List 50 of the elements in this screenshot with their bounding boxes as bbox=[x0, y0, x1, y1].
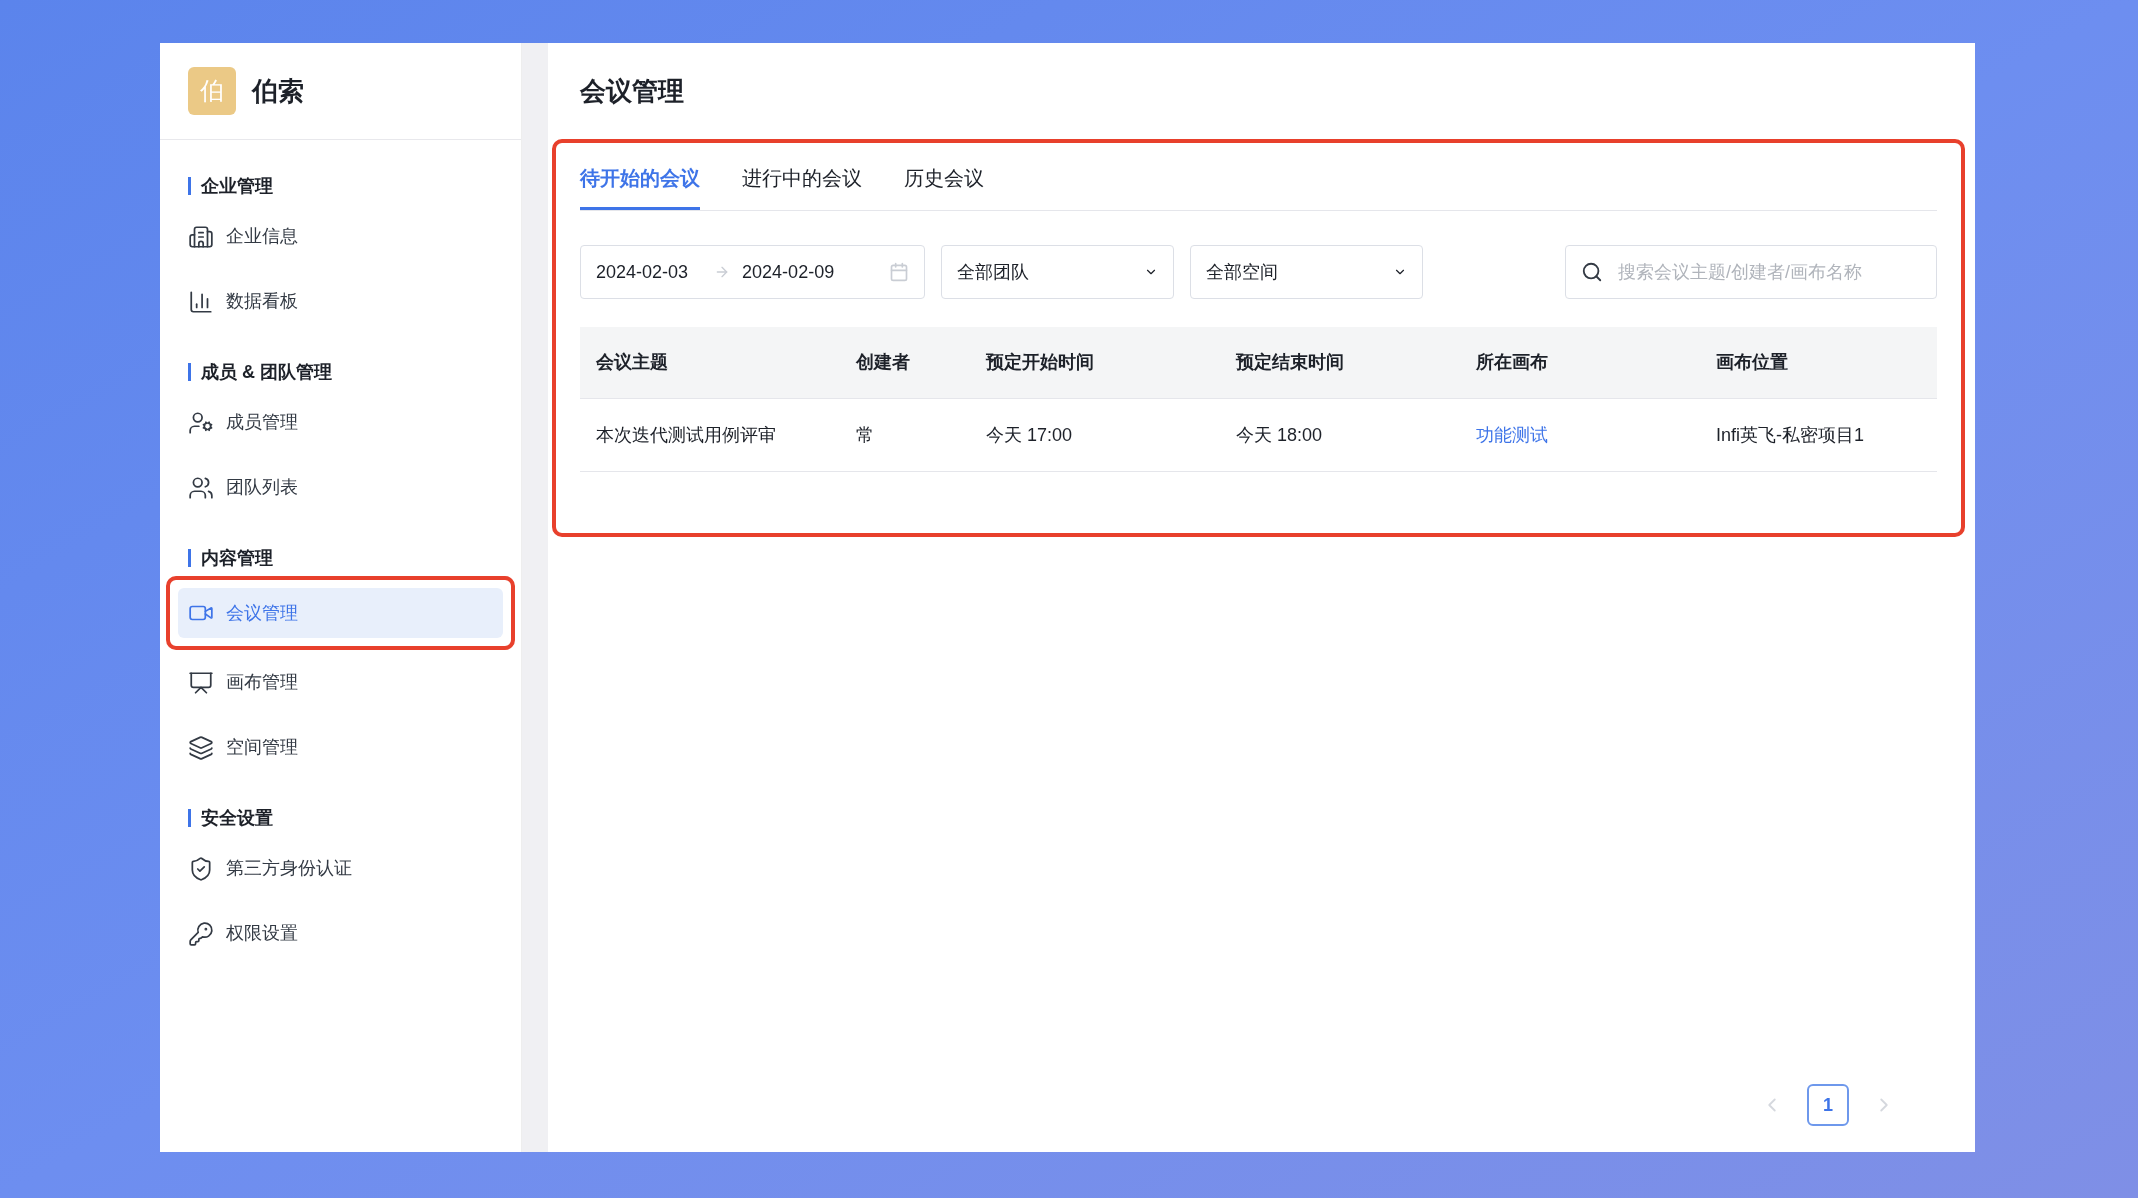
column-header: 画布位置 bbox=[1716, 351, 1789, 374]
column-header: 会议主题 bbox=[596, 351, 669, 374]
column-header: 所在画布 bbox=[1476, 351, 1549, 374]
sidebar-item[interactable]: 第三方身份认证 bbox=[178, 848, 503, 889]
bar-chart-icon bbox=[188, 288, 214, 315]
board-icon bbox=[188, 669, 214, 696]
user-gear-icon bbox=[188, 409, 214, 436]
sidebar-item[interactable]: 数据看板 bbox=[178, 281, 503, 322]
brand-name: 伯索 bbox=[252, 74, 304, 108]
section-marker bbox=[188, 177, 191, 195]
calendar-icon bbox=[889, 262, 909, 282]
table-cell: 本次迭代测试用例评审 bbox=[596, 424, 776, 445]
table-cell: 今天 17:00 bbox=[986, 424, 1073, 445]
building-icon bbox=[188, 223, 214, 250]
sidebar-item[interactable]: 权限设置 bbox=[178, 913, 503, 954]
tab[interactable]: 待开始的会议 bbox=[580, 163, 700, 210]
section-heading: 安全设置 bbox=[201, 806, 273, 830]
sidebar-item[interactable]: 画布管理 bbox=[178, 662, 503, 703]
section-marker bbox=[188, 809, 191, 827]
sidebar-item[interactable]: 会议管理 bbox=[178, 588, 503, 638]
table-cell: Infi英飞-私密项目1 bbox=[1716, 424, 1865, 445]
sidebar-item[interactable]: 企业信息 bbox=[178, 216, 503, 257]
layers-icon bbox=[188, 734, 214, 761]
section-heading: 企业管理 bbox=[201, 174, 273, 198]
sidebar-item[interactable]: 空间管理 bbox=[178, 727, 503, 768]
section-marker bbox=[188, 363, 191, 381]
users-icon bbox=[188, 474, 214, 501]
sidebar-item[interactable]: 成员管理 bbox=[178, 402, 503, 443]
section-heading: 内容管理 bbox=[201, 546, 273, 570]
key-icon bbox=[188, 920, 214, 947]
column-header: 预定结束时间 bbox=[1236, 351, 1345, 374]
section-marker bbox=[188, 549, 191, 567]
section-heading: 成员 & 团队管理 bbox=[201, 360, 332, 384]
column-header: 创建者 bbox=[856, 351, 911, 374]
table-cell: 常 bbox=[856, 424, 874, 445]
space-select[interactable]: 全部空间 bbox=[1190, 245, 1423, 299]
page-title: 会议管理 bbox=[580, 74, 684, 108]
canvas-link[interactable]: 功能测试 bbox=[1476, 424, 1548, 445]
page-button[interactable]: 1 bbox=[1807, 1084, 1849, 1126]
team-select[interactable]: 全部团队 bbox=[941, 245, 1174, 299]
tab[interactable]: 进行中的会议 bbox=[742, 163, 862, 210]
tab[interactable]: 历史会议 bbox=[904, 163, 984, 210]
table-cell: 今天 18:00 bbox=[1236, 424, 1323, 445]
date-range-field[interactable]: 2024-02-03 2024-02-09 bbox=[580, 245, 925, 299]
column-header: 预定开始时间 bbox=[986, 351, 1095, 374]
search-field[interactable]: 搜索会议主题/创建者/画布名称 bbox=[1565, 245, 1937, 299]
search-icon bbox=[1581, 261, 1603, 283]
brand-logo: 伯 bbox=[188, 67, 236, 115]
shield-icon bbox=[188, 855, 214, 882]
sidebar-item[interactable]: 团队列表 bbox=[178, 467, 503, 508]
